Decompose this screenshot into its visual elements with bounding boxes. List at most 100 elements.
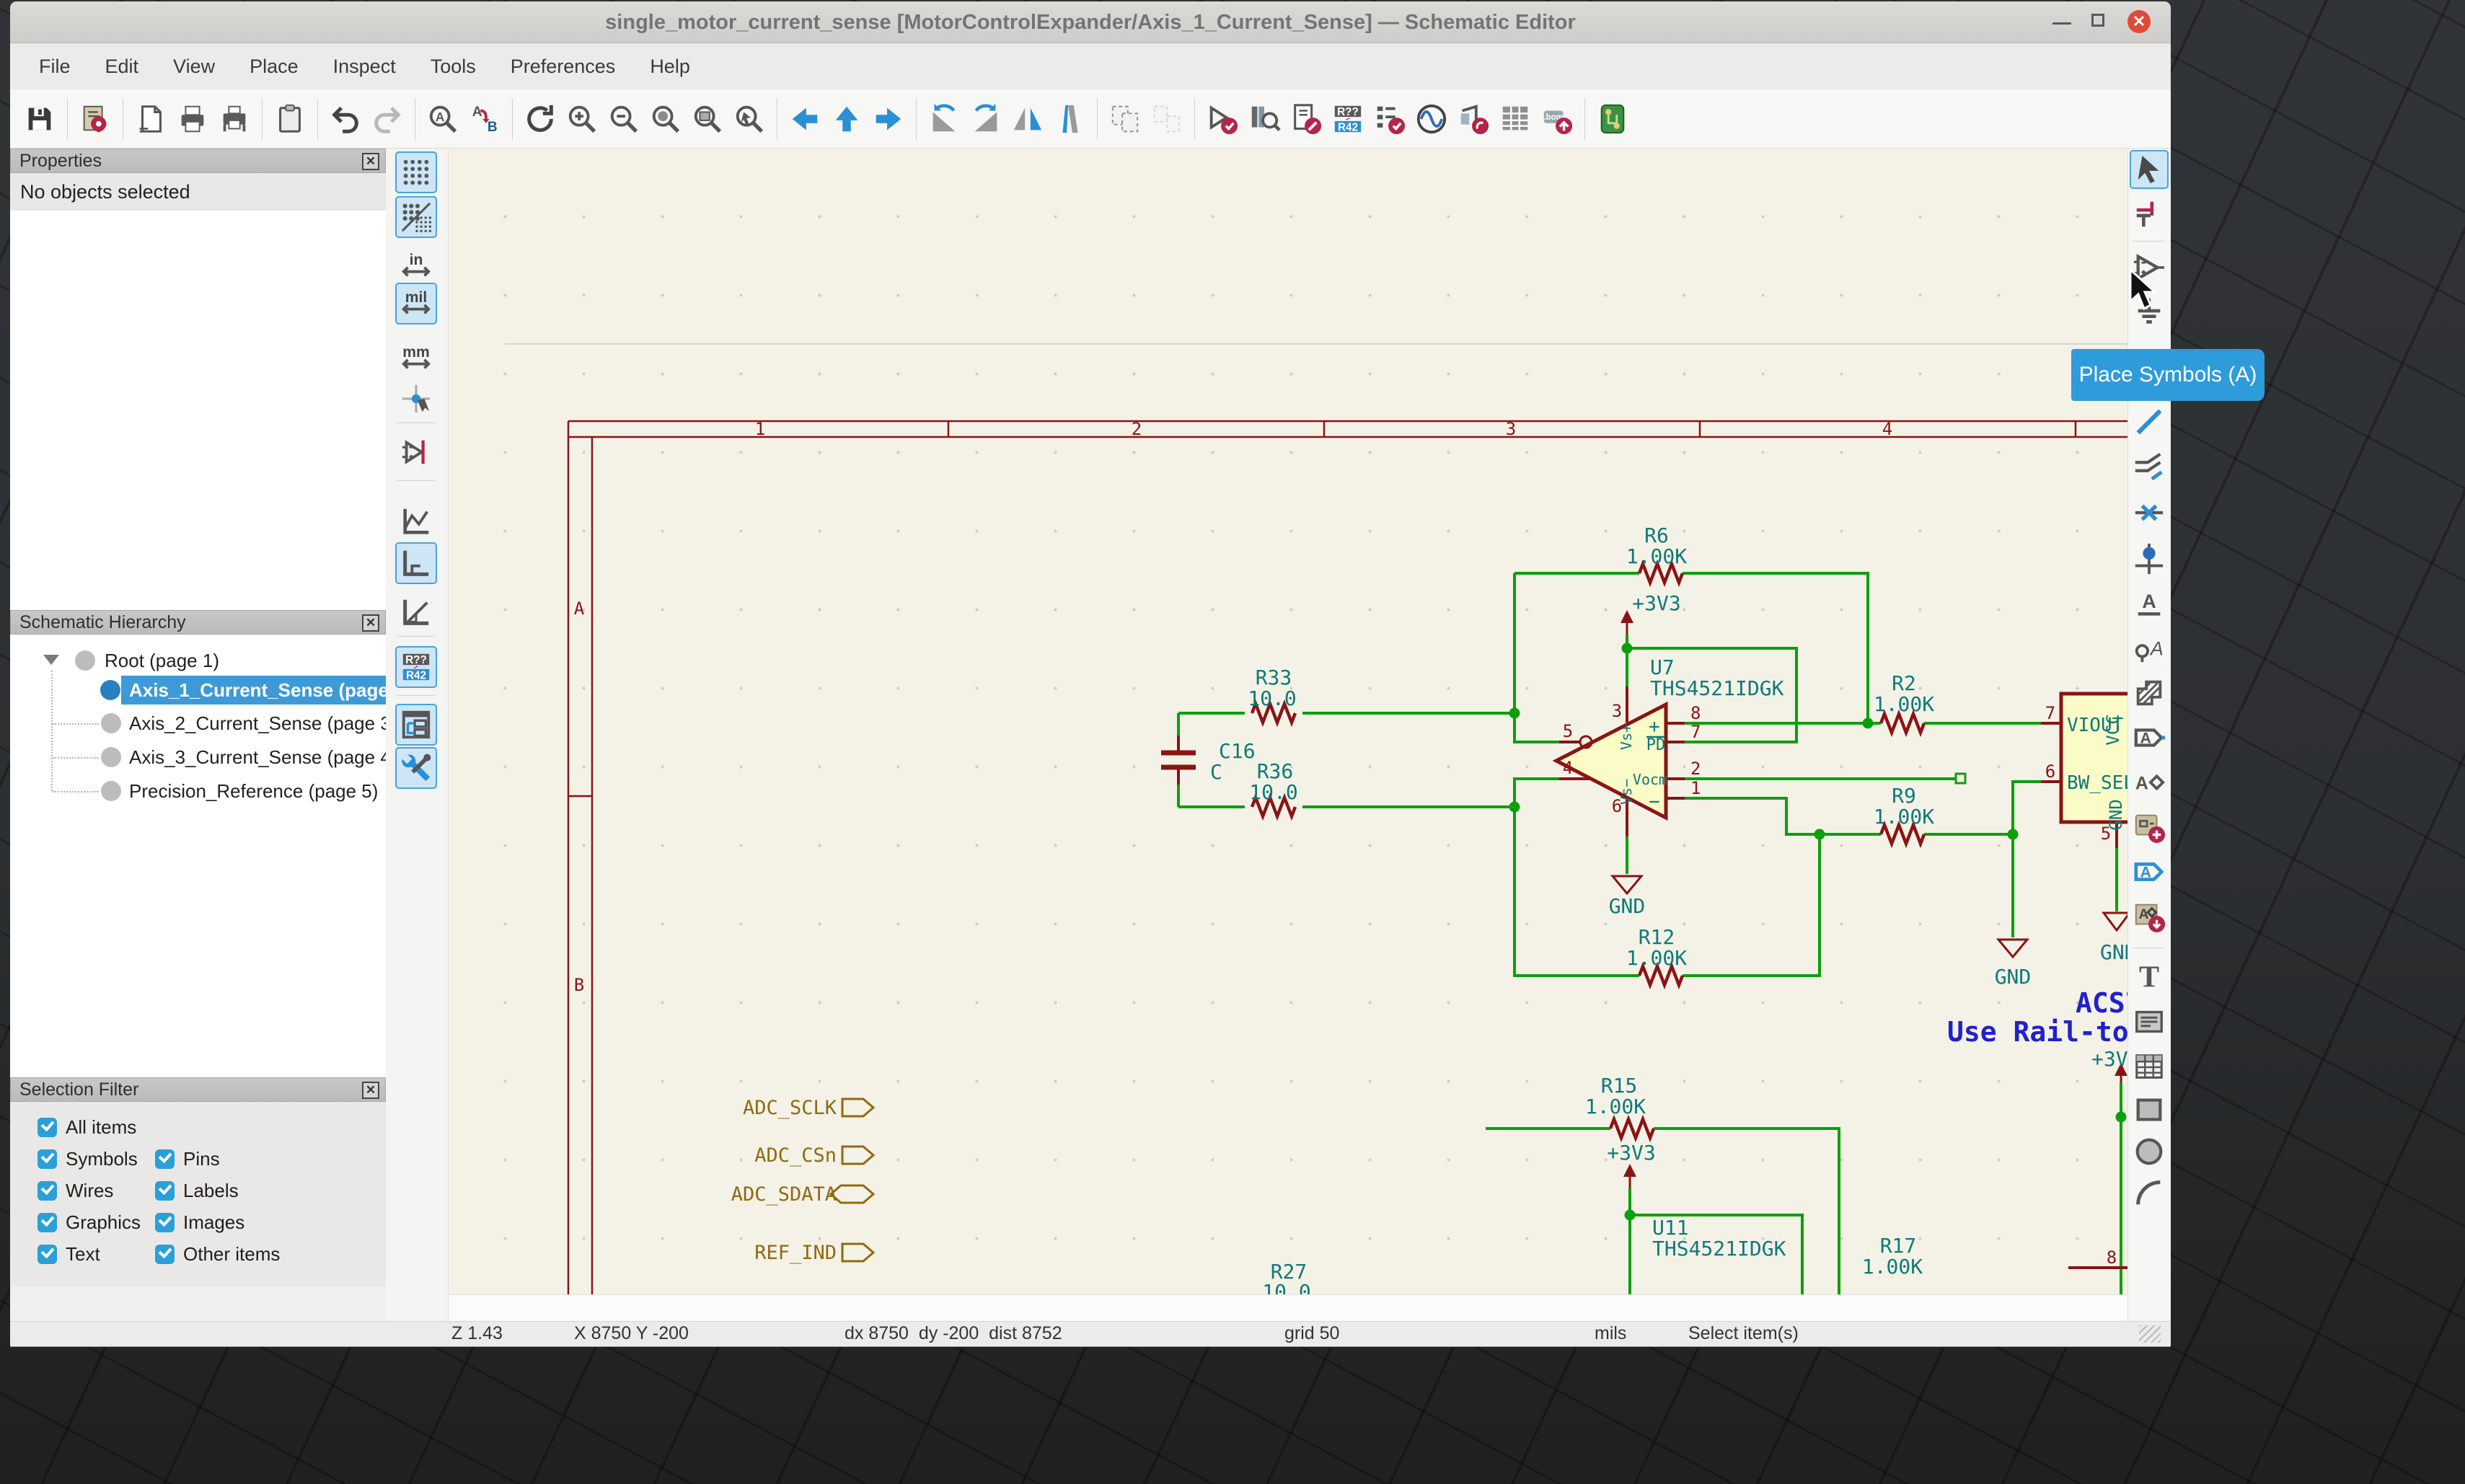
schematic-text[interactable]: 3	[1506, 419, 1516, 439]
schematic-text[interactable]: 5	[1563, 721, 1573, 741]
gnd-symbol-1[interactable]	[1610, 875, 1644, 896]
schematic-text[interactable]: C	[1210, 760, 1222, 784]
properties-panel-header[interactable]: Properties ✕	[10, 149, 386, 173]
schematic-text[interactable]: 2	[1690, 759, 1701, 779]
hierarchy-item-page[interactable]: Axis_2_Current_Sense (page 3)	[10, 709, 386, 738]
rotate-ccw-icon[interactable]	[923, 98, 965, 140]
schematic-text[interactable]: ADC_SDATA	[731, 1183, 837, 1206]
maximize-button[interactable]	[2091, 14, 2104, 27]
free-angle-wires-icon[interactable]	[395, 500, 437, 542]
hierarchy-item-page[interactable]: Precision_Reference (page 5)	[10, 777, 386, 805]
schematic-text[interactable]: 8	[1690, 703, 1701, 723]
refresh-icon[interactable]	[519, 98, 561, 140]
schematic-text[interactable]: −	[1649, 791, 1660, 813]
no-connect-tool-icon[interactable]	[2130, 493, 2169, 532]
checkbox-checked-icon[interactable]	[38, 1117, 57, 1137]
filter-graphics[interactable]: Graphics	[38, 1210, 141, 1235]
nav-forward-icon[interactable]	[868, 98, 909, 140]
schematic-text[interactable]: 4	[1563, 758, 1573, 778]
select-tool-icon[interactable]	[2130, 150, 2169, 189]
find-replace-icon[interactable]: AB	[464, 98, 506, 140]
window-titlebar[interactable]: single_motor_current_sense [MotorControl…	[10, 1, 2171, 43]
checkbox-checked-icon[interactable]	[155, 1212, 175, 1232]
schematic-text[interactable]: 7	[2045, 703, 2055, 723]
checkbox-checked-icon[interactable]	[155, 1149, 175, 1169]
filter-symbols[interactable]: Symbols	[38, 1147, 138, 1171]
schematic-text[interactable]: 1.00K	[1862, 1255, 1923, 1278]
menu-tools[interactable]: Tools	[413, 43, 493, 89]
zoom-objects-icon[interactable]	[687, 98, 728, 140]
schematic-text[interactable]: +3V3	[1632, 591, 1680, 615]
highlight-net-tool-icon[interactable]	[2130, 195, 2169, 234]
arc-tool-icon[interactable]	[2130, 1174, 2169, 1213]
menu-place[interactable]: Place	[232, 43, 316, 89]
global-label-tool-icon[interactable]: A	[2130, 718, 2169, 757]
menu-inspect[interactable]: Inspect	[316, 43, 413, 89]
schematic-text[interactable]: PD	[1646, 736, 1666, 754]
checkbox-checked-icon[interactable]	[38, 1180, 57, 1201]
print-icon[interactable]	[172, 98, 213, 140]
hier-label-glyphs[interactable]	[829, 1097, 876, 1263]
sim-tune-icon[interactable]	[1452, 98, 1494, 140]
schematic-text[interactable]: 1.00K	[1626, 544, 1687, 568]
selection-filter-close-icon[interactable]: ✕	[362, 1082, 379, 1099]
selection-filter-header[interactable]: Selection Filter ✕	[10, 1077, 386, 1102]
hv-wires-icon[interactable]	[395, 542, 437, 584]
show-hidden-pins-icon[interactable]	[395, 431, 437, 473]
save-icon[interactable]	[19, 98, 61, 140]
power-arrow-3v3-2[interactable]	[1623, 1164, 1636, 1177]
check-symbols-icon[interactable]	[1201, 98, 1243, 140]
ungroup-icon[interactable]	[1146, 98, 1188, 140]
find-icon[interactable]: A	[422, 98, 464, 140]
zoom-out-icon[interactable]	[603, 98, 645, 140]
schematic-text[interactable]: +	[1649, 716, 1660, 738]
schematic-text[interactable]: 1.00K	[1585, 1095, 1646, 1118]
hierarchy-navigator-icon[interactable]	[395, 704, 437, 746]
horizontal-scrollbar[interactable]	[449, 1294, 2127, 1321]
group-icon[interactable]	[1104, 98, 1146, 140]
unit-mils-icon[interactable]: mil	[395, 283, 437, 324]
resistor-symbol[interactable]	[1608, 1114, 1656, 1143]
schematic-tools-icon[interactable]	[395, 747, 437, 789]
resistor-symbol[interactable]	[1879, 709, 1926, 738]
checkbox-checked-icon[interactable]	[155, 1180, 175, 1201]
schematic-text[interactable]: Vs+	[1618, 724, 1635, 750]
schematic-text[interactable]: GND	[1995, 965, 2032, 989]
schematic-text[interactable]: GND	[2100, 940, 2127, 964]
filter-wires[interactable]: Wires	[38, 1178, 113, 1203]
filter-pins[interactable]: Pins	[155, 1147, 220, 1171]
hierarchy-item-root[interactable]: Root (page 1)	[10, 646, 386, 675]
schematic-text[interactable]: 1	[755, 419, 765, 439]
draw-bus-tool-icon[interactable]	[2130, 447, 2169, 486]
undo-icon[interactable]	[325, 98, 366, 140]
unit-mm-icon[interactable]: mm	[395, 337, 437, 379]
minimize-button[interactable]	[2052, 12, 2071, 25]
schematic-text[interactable]: 3	[1612, 701, 1622, 721]
paste-icon[interactable]	[269, 98, 311, 140]
tree-collapse-icon[interactable]	[43, 655, 59, 665]
capacitor-c16[interactable]	[1161, 750, 1196, 770]
schematic-text[interactable]: REF_IND	[754, 1242, 837, 1264]
menu-help[interactable]: Help	[632, 43, 707, 89]
erc-icon[interactable]	[1369, 98, 1411, 140]
rotate-cw-icon[interactable]	[965, 98, 1007, 140]
schematic-text[interactable]: THS4521IDGK	[1652, 1237, 1786, 1260]
sheet-pin-tool-icon[interactable]: A	[2130, 897, 2169, 936]
gnd-symbol-3[interactable]	[2102, 911, 2127, 932]
schematic-text[interactable]: 10.0	[1248, 686, 1296, 710]
properties-close-icon[interactable]: ✕	[362, 153, 379, 170]
mirror-h-icon[interactable]	[1007, 98, 1049, 140]
filter-images[interactable]: Images	[155, 1210, 244, 1235]
zoom-fit-icon[interactable]	[645, 98, 687, 140]
schematic-text[interactable]: 1.00K	[1874, 805, 1934, 829]
junction-tool-icon[interactable]	[2130, 539, 2169, 578]
import-label-tool-icon[interactable]: A	[2130, 852, 2169, 891]
circle-tool-icon[interactable]	[2130, 1132, 2169, 1171]
zoom-selection-icon[interactable]	[728, 98, 770, 140]
schematic-text[interactable]: 2	[1132, 419, 1142, 439]
hierarchy-item-page[interactable]: Axis_1_Current_Sense (page 2)	[100, 676, 386, 705]
draw-wire-tool-icon[interactable]	[2130, 402, 2169, 441]
schematic-text[interactable]: Vocm	[1633, 771, 1667, 788]
snap-cursor-icon[interactable]	[395, 378, 437, 420]
page-settings-icon[interactable]	[130, 98, 172, 140]
